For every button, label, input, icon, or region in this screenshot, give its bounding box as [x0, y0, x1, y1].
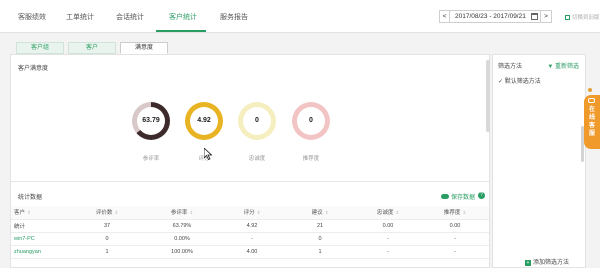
- filter-title: 筛选方法: [498, 64, 523, 70]
- table-cell: 0: [285, 232, 355, 246]
- rating-ring: 4.92: [185, 102, 223, 140]
- table-cell: -: [355, 232, 421, 246]
- active-tab-indicator: [156, 30, 206, 32]
- table-cell: 4.92: [219, 219, 285, 233]
- sort-icon: ⇕: [256, 210, 261, 216]
- plus-icon: +: [525, 260, 531, 266]
- table-row: win7-PC 0 0.00% - 0 - -: [11, 232, 489, 246]
- table-cell: 63.79%: [145, 219, 219, 233]
- save-data-button[interactable]: 保存数据: [441, 192, 475, 201]
- table-cell: -: [219, 232, 285, 246]
- sort-icon: ⇕: [324, 210, 329, 216]
- main-scrollbar[interactable]: [486, 60, 490, 132]
- tab-service-report[interactable]: 服务报告: [220, 12, 248, 22]
- sort-icon: ⇕: [462, 210, 467, 216]
- loyalty-label: 忠诚度: [248, 156, 266, 162]
- switch-icon: [565, 15, 570, 20]
- switch-old-version-button[interactable]: 切换到旧版: [565, 13, 600, 21]
- table-cell: 37: [69, 219, 145, 233]
- table-cell: 0.00%: [145, 232, 219, 246]
- sort-icon: ⇕: [114, 210, 119, 216]
- check-icon: ✓: [498, 79, 504, 85]
- add-filter-button[interactable]: + 添加筛选方法: [525, 257, 569, 266]
- loyalty-value: 0: [243, 107, 271, 135]
- table-cell: 0.00: [355, 219, 421, 233]
- save-data-label: 保存数据: [451, 195, 476, 201]
- help-icon[interactable]: ?: [478, 192, 485, 199]
- date-range-picker[interactable]: 2017/08/23 - 2017/09/21: [449, 10, 541, 23]
- column-header[interactable]: 客户 ⇕: [11, 206, 69, 220]
- table-cell: -: [355, 245, 421, 259]
- column-header[interactable]: 评价数 ⇕: [69, 206, 145, 220]
- calendar-icon: [531, 13, 538, 20]
- table-cell: 1: [69, 245, 145, 259]
- filter-panel: 筛选方法 ▼ 重新筛选 ✓ 默认筛选方法 + 添加筛选方法: [492, 54, 586, 268]
- customer-link[interactable]: win7-PC: [11, 232, 69, 246]
- sort-icon: ⇕: [27, 210, 31, 216]
- loyalty-ring: 0: [238, 102, 276, 140]
- notification-dot: [588, 88, 592, 92]
- table-header-row: 客户 ⇕ 评价数 ⇕ 参评率 ⇕ 评分 ⇕ 建议 ⇕ 忠诚度 ⇕ 推荐度 ⇕: [11, 206, 489, 220]
- participation-rate-label: 参评率: [142, 156, 160, 162]
- participation-rate-value: 63.79: [137, 107, 165, 135]
- recommendation-value: 0: [297, 107, 325, 135]
- top-nav: 客服绩效 工单统计 会话统计 客户统计 服务报告 < 2017/08/23 - …: [0, 0, 600, 33]
- tab-ticket-stats[interactable]: 工单统计: [66, 12, 94, 22]
- cloud-icon: [441, 194, 449, 199]
- customer-link[interactable]: zhuangyan: [11, 245, 69, 259]
- rating-value: 4.92: [190, 107, 218, 135]
- satisfaction-title: 客户满意度: [18, 66, 49, 72]
- table-cell: 100.00%: [145, 245, 219, 259]
- table-row: 统计 37 63.79% 4.92 21 0.00 0.00: [11, 219, 489, 233]
- subtab-satisfaction[interactable]: 满意度: [120, 42, 168, 54]
- filter-icon: ▼: [547, 64, 554, 70]
- column-header[interactable]: 建议 ⇕: [285, 206, 355, 220]
- participation-rate-ring: 63.79: [132, 102, 170, 140]
- table-cell: -: [421, 232, 489, 246]
- stats-table: 客户 ⇕ 评价数 ⇕ 参评率 ⇕ 评分 ⇕ 建议 ⇕ 忠诚度 ⇕ 推荐度 ⇕ 统计 37 63…: [11, 206, 489, 259]
- table-cell: -: [421, 245, 489, 259]
- online-service-button[interactable]: 在线客服: [584, 95, 600, 149]
- subtab-customer-group[interactable]: 客户组: [16, 42, 64, 54]
- reset-filter-label: 重新筛选: [554, 64, 579, 70]
- column-header[interactable]: 参评率 ⇕: [145, 206, 219, 220]
- chat-icon: [588, 98, 595, 103]
- add-filter-label: 添加筛选方法: [533, 260, 570, 266]
- mouse-cursor-icon: [204, 148, 212, 160]
- sort-icon: ⇕: [189, 210, 194, 216]
- sort-icon: ⇕: [395, 210, 400, 216]
- recommendation-label: 推荐度: [302, 156, 320, 162]
- next-period-button[interactable]: >: [540, 10, 552, 23]
- default-filter-item[interactable]: ✓ 默认筛选方法: [498, 76, 541, 85]
- column-header[interactable]: 推荐度 ⇕: [421, 206, 489, 220]
- online-service-label: 在线客服: [588, 107, 595, 137]
- table-cell: 1: [285, 245, 355, 259]
- table-cell: 0.00: [421, 219, 489, 233]
- tab-session-stats[interactable]: 会话统计: [116, 12, 144, 22]
- date-range-value: 2017/08/23 - 2017/09/21: [455, 13, 526, 20]
- column-header[interactable]: 评分 ⇕: [219, 206, 285, 220]
- section-divider: [11, 181, 489, 182]
- table-cell: 4.00: [219, 245, 285, 259]
- recommendation-ring: 0: [292, 102, 330, 140]
- tab-customer-stats[interactable]: 客户统计: [169, 12, 197, 22]
- table-cell: 统计: [11, 219, 69, 233]
- table-cell: 21: [285, 219, 355, 233]
- reset-filter-button[interactable]: ▼ 重新筛选: [547, 61, 579, 70]
- default-filter-label: 默认筛选方法: [504, 79, 541, 85]
- tab-agent-performance[interactable]: 客服绩效: [18, 12, 46, 22]
- table-cell: 0: [69, 232, 145, 246]
- column-header[interactable]: 忠诚度 ⇕: [355, 206, 421, 220]
- switch-label: 切换到旧版: [572, 15, 600, 21]
- table-row: zhuangyan 1 100.00% 4.00 1 - -: [11, 245, 489, 259]
- stats-title: 统计数据: [18, 195, 43, 201]
- subtab-customer[interactable]: 客户: [68, 42, 116, 54]
